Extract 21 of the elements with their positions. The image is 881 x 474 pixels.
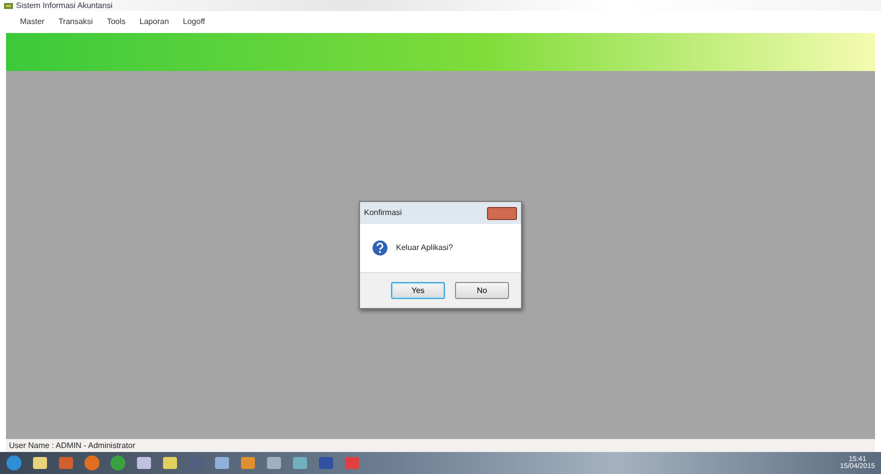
app-icon[interactable] [136, 455, 152, 471]
window-title: Sistem Informasi Akuntansi [16, 0, 112, 12]
status-text: User Name : ADMIN - Administrator [9, 440, 136, 452]
start-icon[interactable] [6, 455, 22, 471]
question-icon [372, 240, 388, 256]
dialog-button[interactable]: No [455, 282, 509, 299]
app-icon[interactable] [292, 455, 308, 471]
app-icon[interactable] [266, 455, 282, 471]
menu-item[interactable]: Transaksi [58, 16, 93, 28]
menu-item[interactable]: Tools [106, 16, 126, 28]
app-icon[interactable] [318, 455, 334, 471]
app-icon[interactable] [240, 455, 256, 471]
app-icon[interactable] [214, 455, 230, 471]
dialog-message: Keluar Aplikasi? [396, 242, 453, 254]
menu-item[interactable]: Master [20, 16, 44, 28]
menu-item[interactable]: Logoff [182, 16, 205, 28]
close-button[interactable] [487, 206, 517, 220]
dialog-button[interactable]: Yes [391, 282, 445, 299]
menu-item[interactable]: Laporan [140, 16, 169, 28]
app-icon [4, 2, 13, 10]
dialog-title: Konfirmasi [364, 207, 402, 219]
